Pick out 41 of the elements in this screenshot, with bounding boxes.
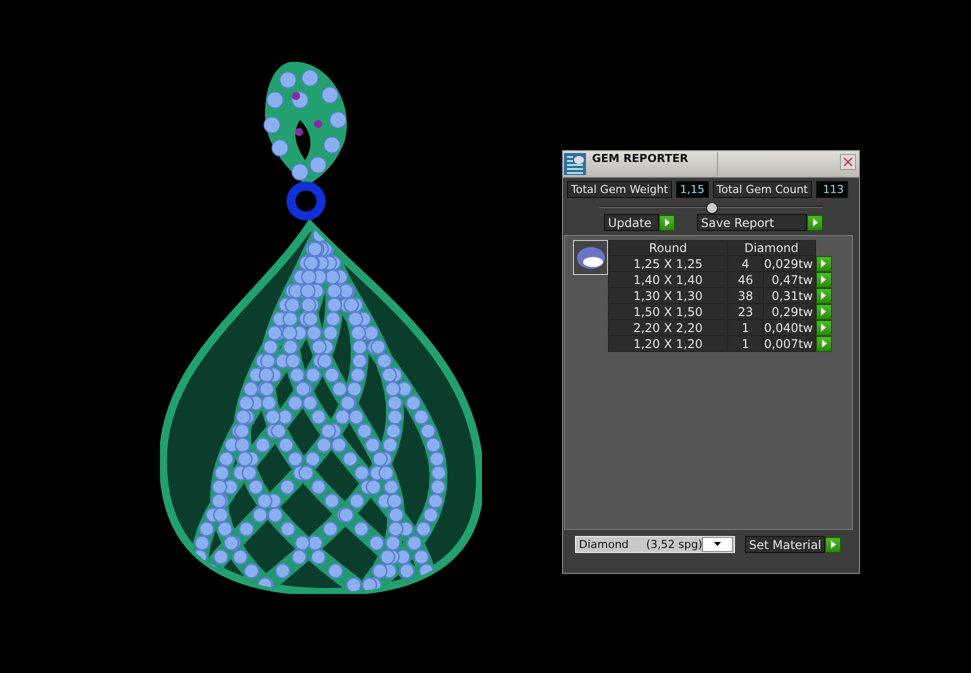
action-button[interactable]: Save Report [697,214,807,231]
caret-icon [714,542,722,547]
report-icon [564,153,586,175]
table-cell: 1,25 X 1,25 [608,256,728,272]
arrow-button[interactable] [825,536,842,552]
play-icon [830,540,837,549]
window-title: GEM REPORTER [592,152,718,176]
table-cell: 0,29tw [764,304,816,320]
arrow-button[interactable] [807,214,823,230]
play-icon [664,218,670,227]
arrow-button[interactable] [659,214,675,230]
gem-icon [573,240,608,275]
table-cell: 1 [728,336,764,352]
table-cell: 1,40 X 1,40 [608,272,728,288]
arrow-button[interactable] [816,336,832,352]
column-header: Diamond [728,240,816,256]
total-value: 113 [816,181,848,198]
table-cell: 38 [728,288,764,304]
total-label: Total Gem Count [712,181,812,198]
set-material-button[interactable]: Set Material [745,536,826,553]
column-header: Round [608,240,728,256]
table-cell: 0,029tw [764,256,816,272]
close-button[interactable] [840,154,856,170]
table-cell: 1,30 X 1,30 [608,288,728,304]
total-label: Total Gem Weight [567,181,672,198]
table-cell: 0,47tw [764,272,816,288]
table-cell: 1,20 X 1,20 [608,336,728,352]
table-cell: 23 [728,304,764,320]
table-cell: 4 [728,256,764,272]
action-button[interactable]: Update [604,214,659,231]
table-cell: 0,007tw [764,336,816,352]
splitter-handle[interactable] [706,202,718,214]
table-cell: 1 [728,320,764,336]
table-cell: 0,31tw [764,288,816,304]
table-cell: 46 [728,272,764,288]
table-cell: 1,50 X 1,50 [608,304,728,320]
play-icon [812,218,818,227]
total-value: 1,15 [676,181,709,198]
table-cell: 0,040tw [764,320,816,336]
table-cell: 2,20 X 2,20 [608,320,728,336]
material-dropdown[interactable]: Diamond (3,52 spg) [575,536,735,553]
